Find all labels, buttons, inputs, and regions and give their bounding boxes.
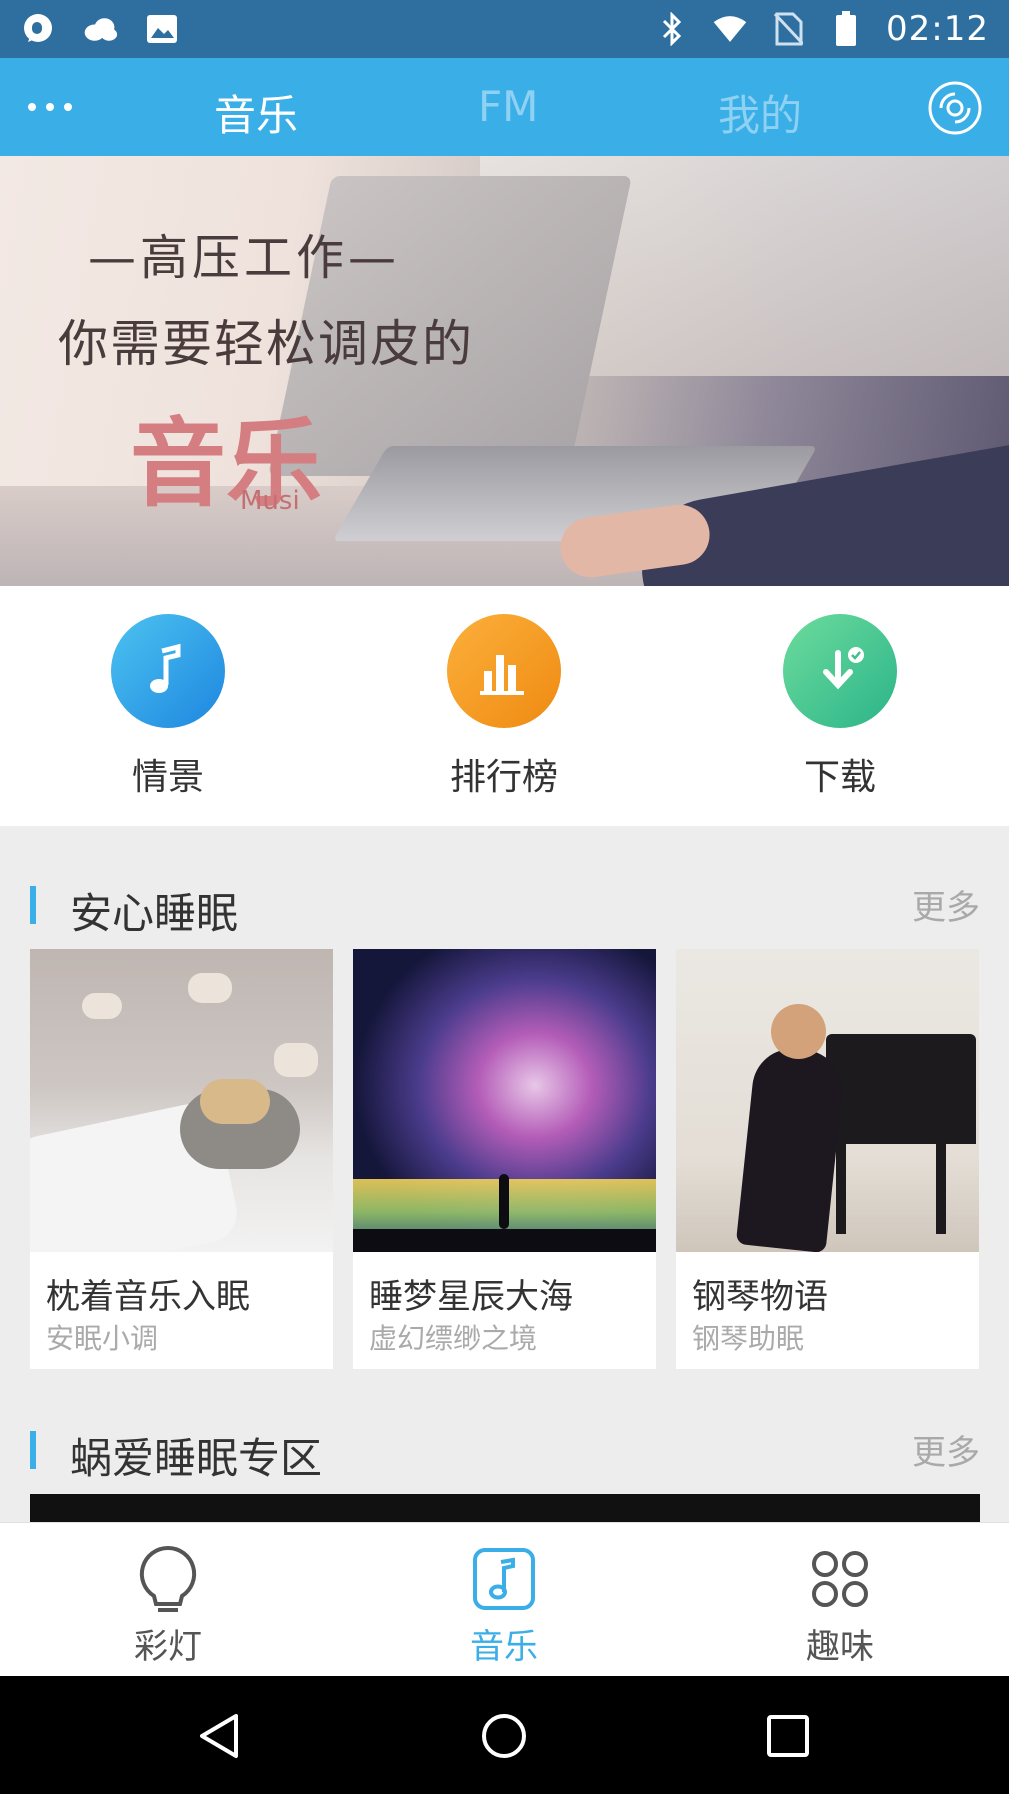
playlist-title: 睡梦星辰大海 xyxy=(369,1277,573,1317)
playlist-subtitle: 安眠小调 xyxy=(46,1322,159,1355)
section-title: 蜗爱睡眠专区 xyxy=(70,1434,323,1483)
section-accent-bar xyxy=(30,1431,36,1469)
playlist-cover xyxy=(353,949,656,1252)
music-note-icon xyxy=(111,614,225,728)
playlist-title: 钢琴物语 xyxy=(692,1277,828,1317)
download-icon xyxy=(783,614,897,728)
promo-banner[interactable]: —高压工作— 你需要轻松调皮的 音乐 Musi xyxy=(0,156,1009,586)
apps-grid-icon xyxy=(760,1543,920,1615)
shortcut-label: 排行榜 xyxy=(449,757,558,798)
playlist-cover xyxy=(30,949,333,1252)
home-icon[interactable] xyxy=(480,1712,528,1764)
image-icon xyxy=(144,13,180,45)
playlist-cover xyxy=(676,949,979,1252)
app-header: 音乐 FM 我的 xyxy=(0,58,1009,156)
wifi-icon xyxy=(712,13,748,45)
music-note-icon xyxy=(424,1543,584,1615)
shortcut-download[interactable]: 下载 xyxy=(740,614,940,800)
shortcut-scene[interactable]: 情景 xyxy=(68,614,268,800)
top-tabs: 音乐 FM 我的 xyxy=(0,58,1009,156)
status-time: 02:12 xyxy=(886,9,989,49)
nav-item-lights[interactable]: 彩灯 xyxy=(88,1543,248,1668)
nav-item-music[interactable]: 音乐 xyxy=(424,1543,584,1668)
section-title: 安心睡眠 xyxy=(70,889,239,938)
banner-subline: 你需要轻松调皮的 xyxy=(58,315,474,373)
more-link[interactable]: 更多 xyxy=(912,1425,980,1474)
music-disc-icon[interactable] xyxy=(927,80,983,136)
tab-mine[interactable]: 我的 xyxy=(718,82,802,143)
status-bar: 02:12 xyxy=(0,0,1009,58)
more-link[interactable]: 更多 xyxy=(912,880,980,929)
shortcut-rank[interactable]: 排行榜 xyxy=(404,614,604,800)
chat-icon xyxy=(20,13,56,45)
bar-chart-icon xyxy=(447,614,561,728)
tab-fm[interactable]: FM xyxy=(478,82,538,131)
section-accent-bar xyxy=(30,886,36,924)
no-sim-icon xyxy=(770,12,806,46)
section-header-zone: 蜗爱睡眠专区 更多 xyxy=(30,1425,980,1483)
playlist-card[interactable]: 枕着音乐入眠 安眠小调 xyxy=(30,949,333,1369)
battery-icon xyxy=(828,11,864,46)
shortcut-label: 情景 xyxy=(131,757,204,798)
system-nav-bar xyxy=(0,1676,1009,1794)
playlist-card[interactable]: 钢琴物语 钢琴助眠 xyxy=(676,949,979,1369)
nav-label: 彩灯 xyxy=(134,1627,202,1667)
nav-label: 趣味 xyxy=(806,1627,874,1667)
nav-label: 音乐 xyxy=(470,1627,538,1667)
tab-music[interactable]: 音乐 xyxy=(214,82,298,143)
banner-logo-sub: Musi xyxy=(240,486,300,516)
bluetooth-icon xyxy=(654,12,690,46)
bottom-nav: 彩灯 音乐 趣味 xyxy=(0,1522,1009,1676)
banner-headline: —高压工作— xyxy=(88,230,401,286)
playlist-card[interactable]: 睡梦星辰大海 虚幻缥缈之境 xyxy=(353,949,656,1369)
playlist-title: 枕着音乐入眠 xyxy=(46,1277,250,1317)
recents-icon[interactable] xyxy=(766,1714,810,1762)
cloud-icon xyxy=(82,13,118,45)
playlist-subtitle: 虚幻缥缈之境 xyxy=(369,1322,538,1355)
playlist-subtitle: 钢琴助眠 xyxy=(692,1322,805,1355)
zone-banner-preview[interactable] xyxy=(30,1494,980,1522)
shortcut-label: 下载 xyxy=(803,757,876,798)
section-header-sleep: 安心睡眠 更多 xyxy=(30,880,980,938)
back-icon[interactable] xyxy=(196,1712,242,1764)
shortcut-row: 情景 排行榜 下载 xyxy=(0,586,1009,826)
light-bulb-icon xyxy=(88,1543,248,1615)
nav-item-fun[interactable]: 趣味 xyxy=(760,1543,920,1668)
